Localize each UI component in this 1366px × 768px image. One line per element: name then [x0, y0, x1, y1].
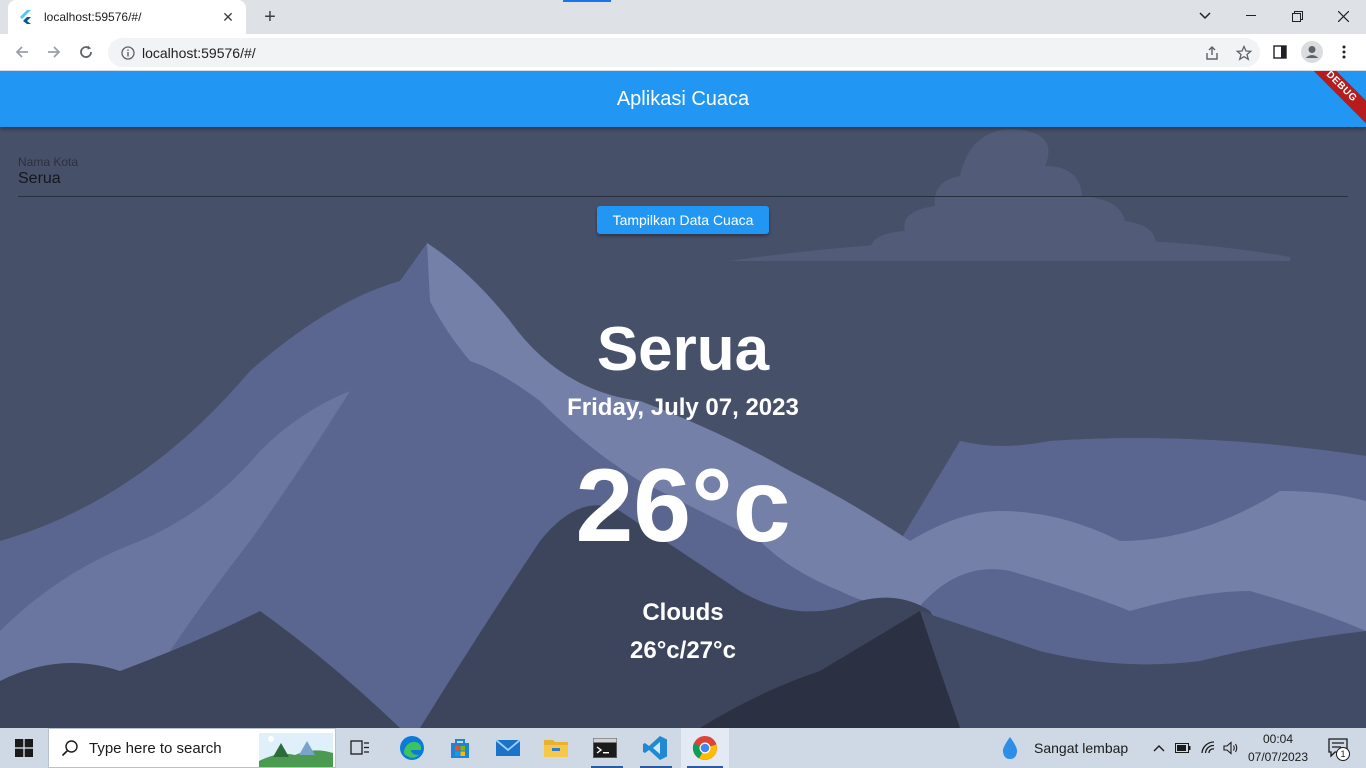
- mail-icon: [495, 739, 521, 756]
- back-button[interactable]: [8, 38, 36, 66]
- search-icon: [61, 740, 78, 757]
- search-highlight-landscape-icon: [259, 733, 333, 767]
- wifi-icon: [1201, 741, 1215, 754]
- loading-indicator: [563, 0, 611, 2]
- task-view-icon: [350, 740, 369, 755]
- file-explorer-taskbar-button[interactable]: [534, 728, 578, 768]
- clock-date: 07/07/2023: [1247, 750, 1309, 764]
- mail-taskbar-button[interactable]: [486, 728, 530, 768]
- browser-toolbar: localhost:59576/#/: [0, 34, 1366, 71]
- weather-temperature: 26°c: [575, 448, 791, 564]
- weather-widget-text: Sangat lembap: [1034, 740, 1129, 756]
- taskbar: Type here to search Sangat lembap 00:04 …: [0, 728, 1366, 768]
- chrome-taskbar-button[interactable]: [681, 728, 729, 768]
- weather-date: Friday, July 07, 2023: [567, 394, 799, 421]
- search-placeholder: Type here to search: [89, 739, 222, 757]
- water-drop-icon: [1002, 737, 1018, 759]
- start-button[interactable]: [0, 728, 48, 768]
- window-controls: [1182, 0, 1366, 32]
- folder-icon: [544, 740, 568, 757]
- store-taskbar-button[interactable]: [438, 728, 482, 768]
- browser-tabstrip: localhost:59576/#/ ✕ +: [0, 0, 1366, 34]
- browser-tab[interactable]: localhost:59576/#/ ✕: [8, 0, 246, 34]
- close-tab-icon[interactable]: ✕: [220, 9, 236, 25]
- windows-logo-icon: [15, 739, 33, 757]
- terminal-icon: [593, 738, 617, 758]
- speaker-icon: [1223, 741, 1238, 755]
- side-panel-icon[interactable]: [1264, 38, 1296, 66]
- flutter-icon: [18, 9, 34, 25]
- app-title: Aplikasi Cuaca: [616, 87, 750, 110]
- taskbar-clock[interactable]: 00:04 07/07/2023: [1240, 730, 1316, 766]
- taskbar-search-box[interactable]: Type here to search: [48, 728, 336, 768]
- restore-button[interactable]: [1274, 0, 1320, 32]
- forward-button[interactable]: [40, 38, 68, 66]
- notification-badge: 1: [1336, 747, 1350, 761]
- vscode-icon: [643, 736, 667, 760]
- clock-time: 00:04: [1262, 732, 1294, 746]
- back-arrow-icon: [15, 46, 28, 58]
- new-tab-button[interactable]: +: [256, 5, 284, 29]
- forward-arrow-icon: [48, 46, 61, 58]
- weather-condition: Clouds: [642, 599, 724, 626]
- info-icon[interactable]: [120, 45, 136, 61]
- weather-temp-range: 26°c/27°c: [630, 637, 736, 664]
- bookmark-star-icon[interactable]: [1228, 41, 1260, 65]
- microsoft-store-icon: [451, 739, 469, 758]
- menu-kebab-icon[interactable]: [1328, 38, 1360, 66]
- edge-taskbar-button[interactable]: [390, 728, 434, 768]
- chevron-up-icon: [1153, 745, 1165, 752]
- network-status[interactable]: [1196, 728, 1220, 768]
- battery-status[interactable]: [1172, 728, 1194, 768]
- volume-control[interactable]: [1220, 728, 1242, 768]
- share-icon[interactable]: [1196, 41, 1228, 65]
- terminal-taskbar-button[interactable]: [583, 728, 627, 768]
- close-window-button[interactable]: [1320, 0, 1366, 32]
- task-view-button[interactable]: [340, 728, 380, 768]
- tab-title: localhost:59576/#/: [44, 10, 142, 24]
- city-name-field[interactable]: Nama Kota Serua: [18, 155, 1348, 197]
- minimize-button[interactable]: [1228, 0, 1274, 32]
- weather-city: Serua: [596, 315, 770, 384]
- profile-avatar-icon[interactable]: [1296, 38, 1328, 66]
- vscode-taskbar-button[interactable]: [632, 728, 678, 768]
- url-text[interactable]: localhost:59576/#/: [142, 45, 1196, 61]
- reload-icon: [80, 45, 92, 58]
- show-weather-button[interactable]: Tampilkan Data Cuaca: [597, 206, 769, 234]
- city-name-label: Nama Kota: [18, 155, 79, 169]
- app-viewport: Aplikasi Cuaca DEBUG Nama Kota Serua Tam…: [0, 71, 1366, 728]
- weather-widget[interactable]: Sangat lembap: [1000, 728, 1134, 768]
- reload-button[interactable]: [72, 38, 100, 66]
- city-name-input[interactable]: Serua: [18, 170, 1348, 188]
- action-center-button[interactable]: 1: [1318, 728, 1358, 768]
- app-bar: Aplikasi Cuaca: [0, 71, 1366, 127]
- show-hidden-icons-button[interactable]: [1148, 728, 1170, 768]
- chrome-icon: [692, 736, 717, 760]
- tab-search-icon[interactable]: [1182, 0, 1228, 32]
- edge-browser-icon: [400, 736, 424, 760]
- battery-icon: [1175, 743, 1191, 753]
- address-bar[interactable]: localhost:59576/#/: [108, 38, 1260, 67]
